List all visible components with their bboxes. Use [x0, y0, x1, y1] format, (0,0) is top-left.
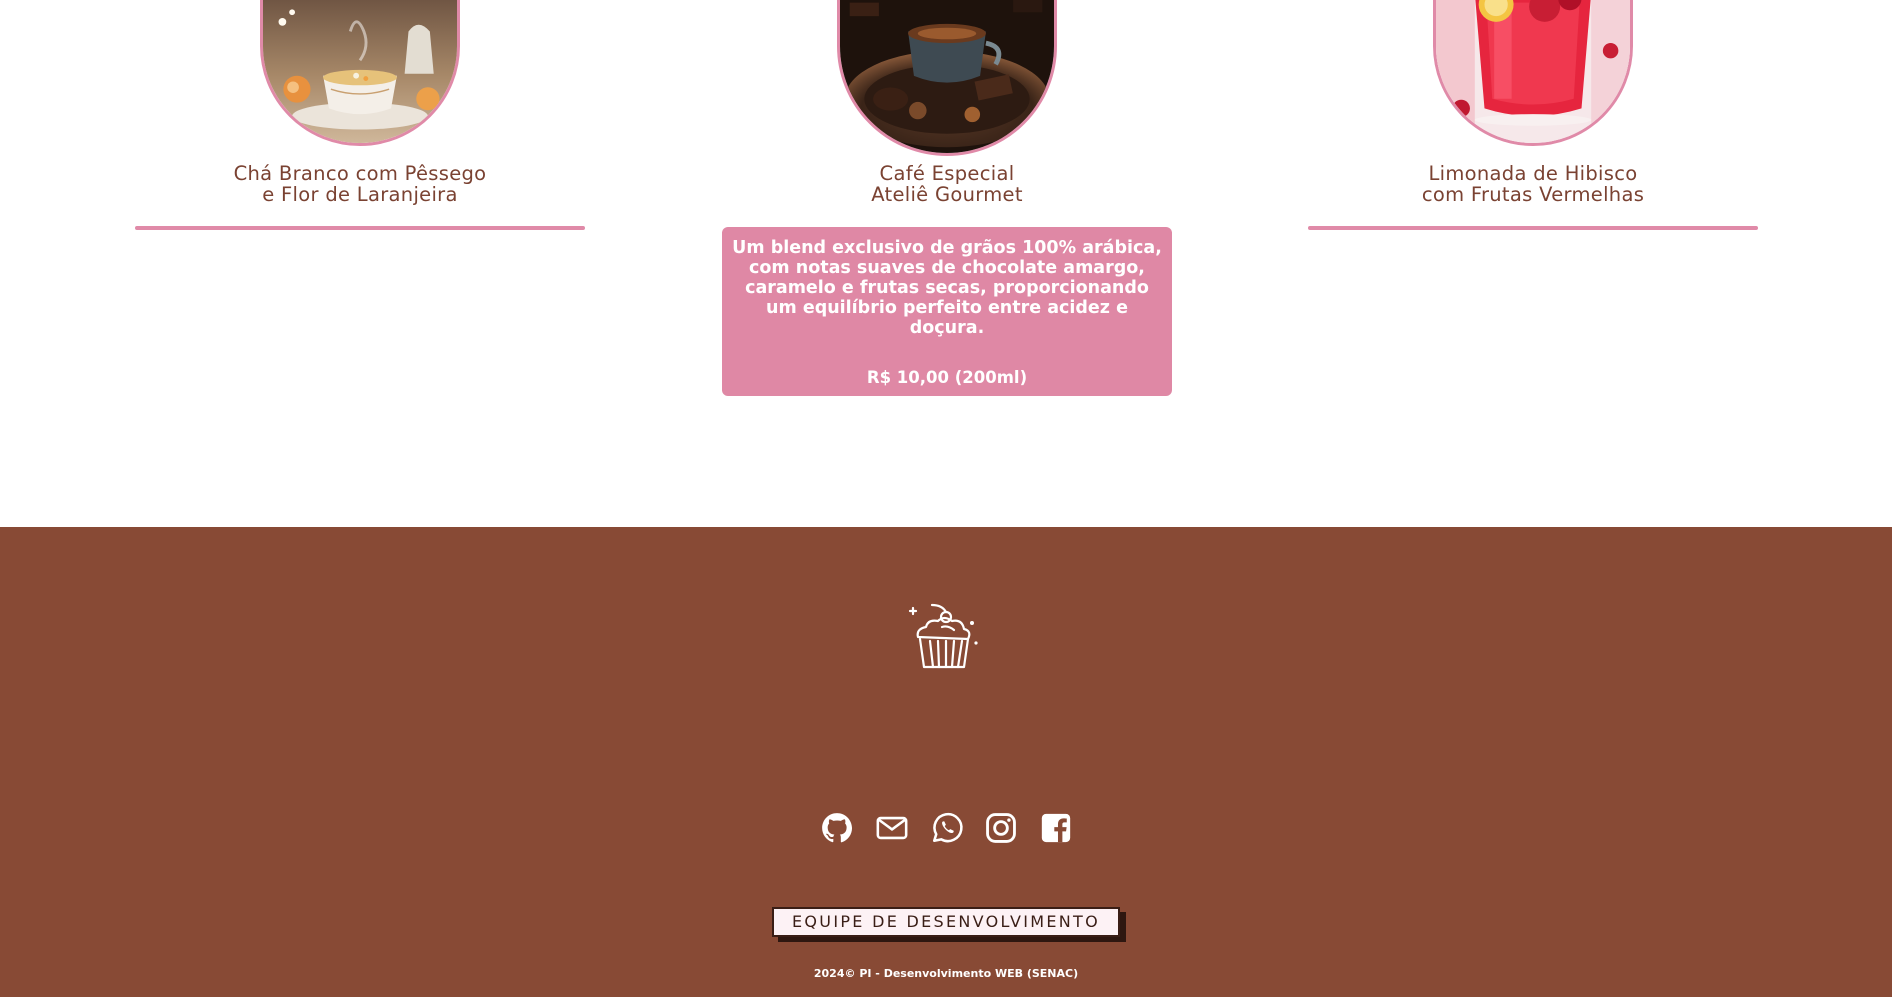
card-title-line: e Flor de Laranjeira: [262, 183, 458, 206]
card-divider: [135, 226, 585, 230]
whatsapp-icon[interactable]: [930, 811, 964, 845]
product-details-box: Um blend exclusivo de grãos 100% arábica…: [722, 227, 1172, 396]
card-title-line: Ateliê Gourmet: [871, 183, 1023, 206]
instagram-icon[interactable]: [984, 811, 1018, 845]
card-divider: [1308, 226, 1758, 230]
card-title: Café Especial Ateliê Gourmet: [722, 163, 1172, 205]
product-price: R$ 10,00 (200ml): [866, 368, 1028, 387]
facebook-icon[interactable]: [1039, 811, 1073, 845]
card-title-line: Chá Branco com Pêssego: [233, 162, 487, 185]
copyright-text: 2024© PI - Desenvolvimento WEB (SENAC): [813, 967, 1079, 980]
mail-icon[interactable]: [875, 811, 909, 845]
product-description: Um blend exclusivo de grãos 100% arábica…: [732, 238, 1162, 338]
white-tea-photo: [260, 0, 460, 146]
menu-section: Chá Branco com Pêssego e Flor de Laranje…: [0, 0, 1892, 527]
card-title-line: Limonada de Hibisco: [1428, 162, 1638, 185]
social-links: [0, 811, 1892, 847]
cupcake-icon: [906, 603, 982, 673]
site-footer: EQUIPE DE DESENVOLVIMENTO 2024© PI - Des…: [0, 527, 1892, 997]
team-button[interactable]: EQUIPE DE DESENVOLVIMENTO: [772, 907, 1120, 937]
github-icon[interactable]: [820, 811, 854, 845]
card-title-line: com Frutas Vermelhas: [1421, 183, 1645, 206]
card-title-line: Café Especial: [879, 162, 1015, 185]
hibiscus-lemonade-photo: [1433, 0, 1633, 146]
card-title: Limonada de Hibisco com Frutas Vermelhas: [1308, 163, 1758, 205]
card-title: Chá Branco com Pêssego e Flor de Laranje…: [135, 163, 585, 205]
special-coffee-photo: [837, 0, 1057, 156]
